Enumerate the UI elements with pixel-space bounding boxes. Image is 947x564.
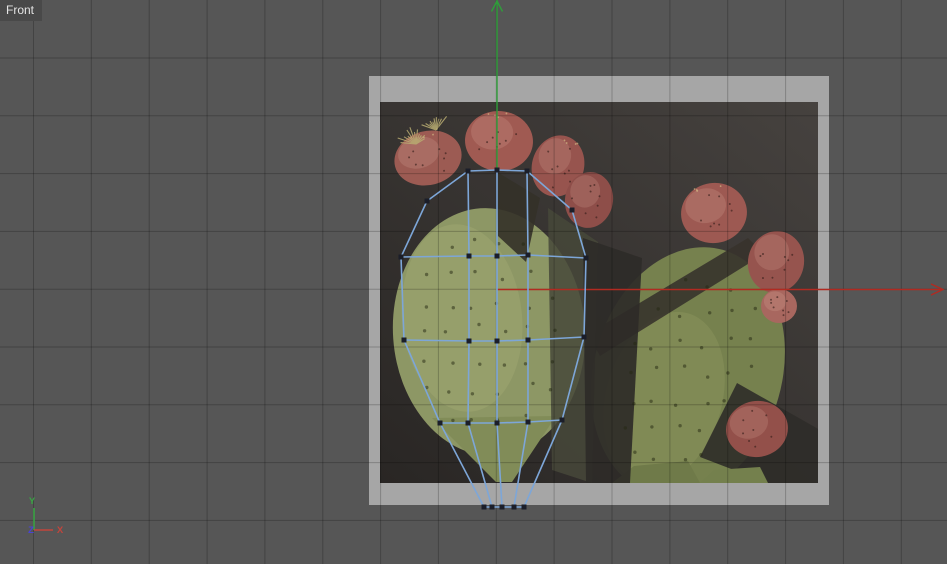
mesh-vertex[interactable] (437, 420, 443, 426)
areole-dot (470, 392, 475, 396)
mesh-vertex[interactable] (401, 337, 407, 343)
areole-dot (682, 364, 687, 368)
viewport[interactable]: Front Z Y X (0, 0, 947, 564)
areole-dot (649, 399, 653, 403)
areole-dot (473, 269, 477, 274)
areole-dot (504, 329, 508, 334)
mesh-vertex[interactable] (481, 504, 487, 510)
areole-dot (523, 362, 528, 366)
areole-dot (451, 418, 455, 423)
areole-dot (749, 364, 754, 368)
mesh-vertex[interactable] (581, 334, 587, 340)
areole-dot (529, 269, 533, 273)
areole-dot (472, 237, 477, 242)
areole-dot (623, 426, 627, 430)
mesh-vertex[interactable] (494, 420, 500, 426)
areole-dot (424, 305, 429, 309)
areole-dot (677, 314, 682, 319)
areole-dot (449, 270, 453, 274)
areole-dot (500, 277, 505, 282)
areole-dot (521, 242, 525, 246)
mesh-vertex[interactable] (499, 504, 505, 510)
areole-dot (550, 360, 555, 364)
areole-dot (730, 308, 734, 313)
areole-dot (451, 306, 455, 310)
areole-dot (678, 424, 682, 428)
areole-dot (422, 329, 427, 333)
areole-dot (629, 370, 633, 375)
areole-dot (450, 245, 454, 249)
areole-dot (753, 306, 757, 311)
areole-dot (424, 272, 429, 277)
areole-dot (531, 381, 535, 386)
prickly-pear-fruit (761, 289, 797, 323)
gizmo-x-label: X (57, 525, 64, 536)
mesh-vertex[interactable] (583, 255, 589, 261)
mesh-vertex[interactable] (398, 254, 404, 260)
areole-dot (443, 330, 448, 334)
areole-dot (649, 347, 653, 351)
mesh-vertex[interactable] (511, 504, 517, 510)
mesh-vertex[interactable] (494, 253, 500, 259)
areole-dot (447, 390, 451, 394)
areole-dot (654, 365, 659, 370)
areole-dot (678, 338, 682, 342)
areole-dot (699, 453, 703, 457)
areole-dot (650, 425, 654, 429)
areole-dot (683, 458, 688, 462)
areole-dot (502, 363, 507, 367)
areole-dot (705, 285, 709, 289)
areole-dot (633, 450, 637, 454)
areole-dot (748, 337, 753, 341)
areole-dot (548, 388, 553, 392)
mesh-vertex[interactable] (466, 338, 472, 344)
viewport-canvas[interactable]: Z Y X (0, 0, 947, 564)
areole-dot (478, 362, 482, 366)
areole-dot (651, 457, 656, 461)
mesh-vertex[interactable] (465, 420, 471, 426)
mesh-vertex[interactable] (494, 338, 500, 344)
areole-dot (729, 336, 733, 340)
mesh-vertex[interactable] (559, 417, 565, 423)
mesh-vertex[interactable] (525, 252, 531, 258)
mesh-vertex[interactable] (525, 419, 531, 425)
areole-dot (708, 311, 712, 315)
mesh-vertex[interactable] (521, 504, 527, 510)
mesh-vertex[interactable] (494, 167, 500, 173)
mesh-vertex[interactable] (524, 168, 530, 174)
mesh-vertex[interactable] (466, 253, 472, 259)
areole-dot (451, 361, 455, 365)
areole-dot (697, 428, 702, 433)
areole-dot (706, 375, 710, 379)
mesh-vertex[interactable] (525, 337, 531, 343)
view-label: Front (0, 0, 43, 21)
axis-gizmo: Z Y X (28, 496, 64, 536)
mesh-vertex[interactable] (424, 198, 430, 204)
areole-dot (684, 278, 688, 282)
gizmo-z-label: Z (28, 525, 34, 536)
mesh-vertex[interactable] (489, 504, 495, 510)
areole-dot (477, 322, 481, 327)
cactus-photo (380, 102, 818, 483)
areole-dot (633, 341, 637, 346)
areole-dot (722, 399, 726, 403)
mesh-vertex[interactable] (569, 207, 575, 213)
areole-dot (422, 359, 426, 363)
areole-dot (656, 307, 660, 311)
gizmo-y-label: Y (29, 496, 36, 507)
mesh-vertex[interactable] (465, 168, 471, 174)
